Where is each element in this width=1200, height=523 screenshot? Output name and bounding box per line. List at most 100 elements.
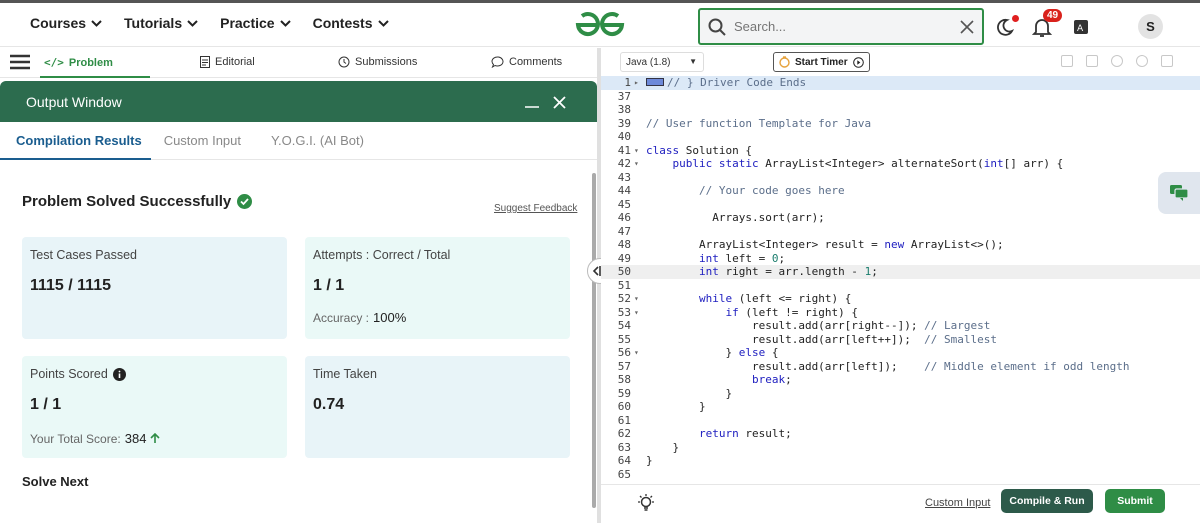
code-line[interactable]: 65: [601, 468, 1200, 482]
top-navbar: Courses Tutorials Practice Contests 49 A: [0, 0, 1200, 47]
code-line[interactable]: 48 ArrayList<Integer> result = new Array…: [601, 238, 1200, 252]
line-number: 1: [624, 76, 631, 89]
code-line[interactable]: 41 ▾ class Solution {: [601, 144, 1200, 158]
problem-panel: </> Problem Editorial Submissions Commen…: [0, 48, 597, 523]
time-value: 0.74: [313, 396, 345, 413]
fold-arrow-icon[interactable]: ▾: [634, 144, 639, 158]
nav-courses[interactable]: Courses: [30, 15, 102, 31]
fullscreen-icon[interactable]: [1161, 55, 1173, 67]
tab-problem[interactable]: </> Problem: [44, 56, 113, 69]
hamburger-icon[interactable]: [10, 54, 30, 70]
code-line[interactable]: 50 int right = arr.length - 1;: [601, 265, 1200, 279]
total-score-value: 384: [124, 431, 147, 446]
start-timer-button[interactable]: Start Timer: [773, 52, 870, 72]
fold-arrow-icon[interactable]: ▾: [634, 346, 639, 360]
code-line[interactable]: 42 ▾ public static ArrayList<Integer> alt…: [601, 157, 1200, 171]
code-line[interactable]: 43: [601, 171, 1200, 185]
line-number: 43: [617, 170, 631, 184]
accuracy-value: 100%: [373, 310, 407, 325]
code-line[interactable]: 54 result.add(arr[right--]); // Largest: [601, 319, 1200, 333]
code-line[interactable]: 61: [601, 414, 1200, 428]
code-line[interactable]: 64}: [601, 454, 1200, 468]
avatar[interactable]: S: [1138, 14, 1163, 39]
code-line[interactable]: 49 int left = 0;: [601, 252, 1200, 266]
fold-arrow-icon[interactable]: ▾: [634, 306, 639, 320]
code-line[interactable]: 39 // User function Template for Java: [601, 117, 1200, 131]
line-number: 56: [617, 346, 631, 359]
code-line[interactable]: 59 }: [601, 387, 1200, 401]
arrow-up-icon: [150, 433, 161, 443]
gfg-logo[interactable]: [574, 11, 626, 44]
close-icon[interactable]: [960, 19, 974, 34]
chat-button[interactable]: [1158, 172, 1200, 214]
code-line[interactable]: 45: [601, 198, 1200, 212]
comment-icon: [491, 56, 504, 68]
code-text: int right = arr.length - 1;: [698, 265, 878, 278]
lightbulb-icon[interactable]: [636, 493, 656, 513]
search-input[interactable]: [734, 19, 960, 34]
settings-icon[interactable]: [1111, 55, 1123, 67]
tab-submissions[interactable]: Submissions: [338, 56, 417, 68]
info-icon[interactable]: [112, 367, 126, 381]
check-circle-icon: [237, 194, 253, 209]
compile-run-button[interactable]: Compile & Run: [1001, 489, 1093, 513]
test-cases-label: Test Cases Passed: [30, 248, 137, 262]
nav-contests[interactable]: Contests: [313, 15, 389, 31]
code-line[interactable]: 56 ▾ } else {: [601, 346, 1200, 360]
code-line[interactable]: 52 ▾ while (left <= right) {: [601, 292, 1200, 306]
fold-arrow-icon[interactable]: ▾: [634, 292, 639, 306]
code-line[interactable]: 40: [601, 130, 1200, 144]
tab-yogi-ai-bot[interactable]: Y.O.G.I. (AI Bot): [271, 133, 364, 148]
custom-input-link[interactable]: Custom Input: [925, 497, 990, 509]
suggest-feedback-link[interactable]: Suggest Feedback: [494, 203, 577, 214]
code-line[interactable]: 47: [601, 225, 1200, 239]
code-line[interactable]: 62 return result;: [601, 427, 1200, 441]
code-line[interactable]: 1 ▸ // } Driver Code Ends: [601, 76, 1200, 90]
code-text: }: [646, 454, 653, 467]
nav-practice[interactable]: Practice: [220, 15, 291, 31]
minimize-icon[interactable]: [524, 95, 540, 109]
language-select[interactable]: Java (1.8) ▼: [620, 52, 704, 72]
code-line[interactable]: 60 }: [601, 400, 1200, 414]
code-line[interactable]: 53 ▾ if (left != right) {: [601, 306, 1200, 320]
code-line[interactable]: 37: [601, 90, 1200, 104]
file-icon[interactable]: [1086, 55, 1098, 67]
nav-tutorials[interactable]: Tutorials: [124, 15, 198, 31]
code-line[interactable]: 63 }: [601, 441, 1200, 455]
line-number: 54: [617, 319, 631, 332]
scrollbar[interactable]: [592, 173, 596, 508]
timer-label: Start Timer: [795, 56, 848, 68]
tab-custom-input[interactable]: Custom Input: [164, 133, 241, 148]
copy-icon[interactable]: [1061, 55, 1073, 67]
close-icon[interactable]: [553, 96, 566, 109]
code-line[interactable]: 58 break;: [601, 373, 1200, 387]
line-number: 50: [617, 265, 631, 278]
line-number: 40: [617, 130, 631, 143]
line-number: 61: [617, 413, 631, 427]
line-number: 47: [617, 224, 631, 238]
nav-tutorials-label: Tutorials: [124, 15, 183, 31]
code-line[interactable]: 57 result.add(arr[left]); // Middle elem…: [601, 360, 1200, 374]
chevron-down-icon: [377, 19, 389, 27]
code-line[interactable]: 55 result.add(arr[left++]); // Smallest: [601, 333, 1200, 347]
tab-submissions-label: Submissions: [355, 56, 418, 68]
code-editor[interactable]: 1 ▸ // } Driver Code Ends 37 38 39 // User fun…: [601, 76, 1200, 486]
tab-comments[interactable]: Comments: [491, 56, 562, 68]
fold-arrow-icon[interactable]: ▸: [634, 76, 639, 90]
solve-next-heading: Solve Next: [22, 474, 89, 489]
code-line[interactable]: 44 // Your code goes here: [601, 184, 1200, 198]
code-line[interactable]: 38: [601, 103, 1200, 117]
fold-arrow-icon[interactable]: ▾: [634, 157, 639, 171]
nav-practice-label: Practice: [220, 15, 275, 31]
code-line[interactable]: 46 Arrays.sort(arr);: [601, 211, 1200, 225]
translate-button[interactable]: A: [1067, 13, 1095, 41]
code-text: // User function Template for Java: [646, 116, 872, 130]
code-line[interactable]: 51: [601, 279, 1200, 293]
tab-editorial[interactable]: Editorial: [200, 56, 255, 68]
tab-compilation-results[interactable]: Compilation Results: [16, 133, 142, 148]
editor-panel: Java (1.8) ▼ Start Timer 1 ▸ // } Driver C…: [601, 48, 1200, 523]
submit-button[interactable]: Submit: [1105, 489, 1165, 513]
refresh-icon[interactable]: [1136, 55, 1148, 67]
line-number: 55: [617, 332, 631, 346]
code-text: } else {: [646, 346, 779, 359]
